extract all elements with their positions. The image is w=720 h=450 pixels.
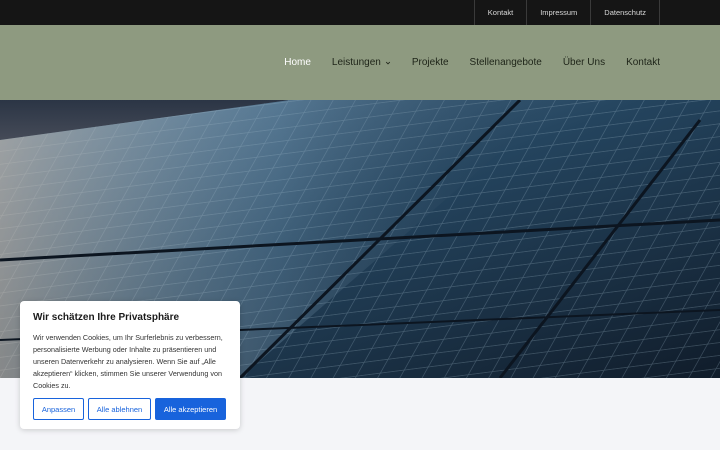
nav-item-label: Stellenangebote [469,57,542,68]
accept-all-button[interactable]: Alle akzeptieren [155,398,226,420]
utility-links: Kontakt Impressum Datenschutz [473,0,660,25]
nav-item-projekte[interactable]: Projekte [412,57,449,68]
reject-all-button[interactable]: Alle ablehnen [88,398,151,420]
cookie-banner-actions: Anpassen Alle ablehnen Alle akzeptieren [33,398,230,420]
nav-item-label: Leistungen [331,57,381,68]
utility-link-impressum[interactable]: Impressum [526,0,590,25]
top-utility-bar: Kontakt Impressum Datenschutz [0,0,720,25]
main-navigation: Home Leistungen Projekte Stellenangebote… [263,25,660,100]
nav-item-stellenangebote[interactable]: Stellenangebote [470,57,542,68]
nav-item-home[interactable]: Home [284,57,311,68]
nav-item-label: Projekte [411,57,449,68]
cookie-consent-banner: Wir schätzen Ihre Privatsphäre Wir verwe… [20,301,240,429]
nav-item-label: Über Uns [562,57,606,68]
nav-item-kontakt[interactable]: Kontakt [626,57,660,68]
cookie-banner-text: Wir verwenden Cookies, um Ihr Surferlebn… [33,333,223,390]
nav-item-leistungen[interactable]: Leistungen [332,57,391,68]
utility-link-datenschutz[interactable]: Datenschutz [590,0,660,25]
utility-link-kontakt[interactable]: Kontakt [473,0,526,25]
nav-item-label: Home [284,57,311,68]
customize-button[interactable]: Anpassen [33,398,84,420]
chevron-down-icon [385,61,390,64]
site-header: Home Leistungen Projekte Stellenangebote… [0,25,720,100]
nav-item-ueber-uns[interactable]: Über Uns [563,57,605,68]
nav-item-label: Kontakt [626,57,660,68]
cookie-banner-title: Wir schätzen Ihre Privatsphäre [33,312,180,323]
